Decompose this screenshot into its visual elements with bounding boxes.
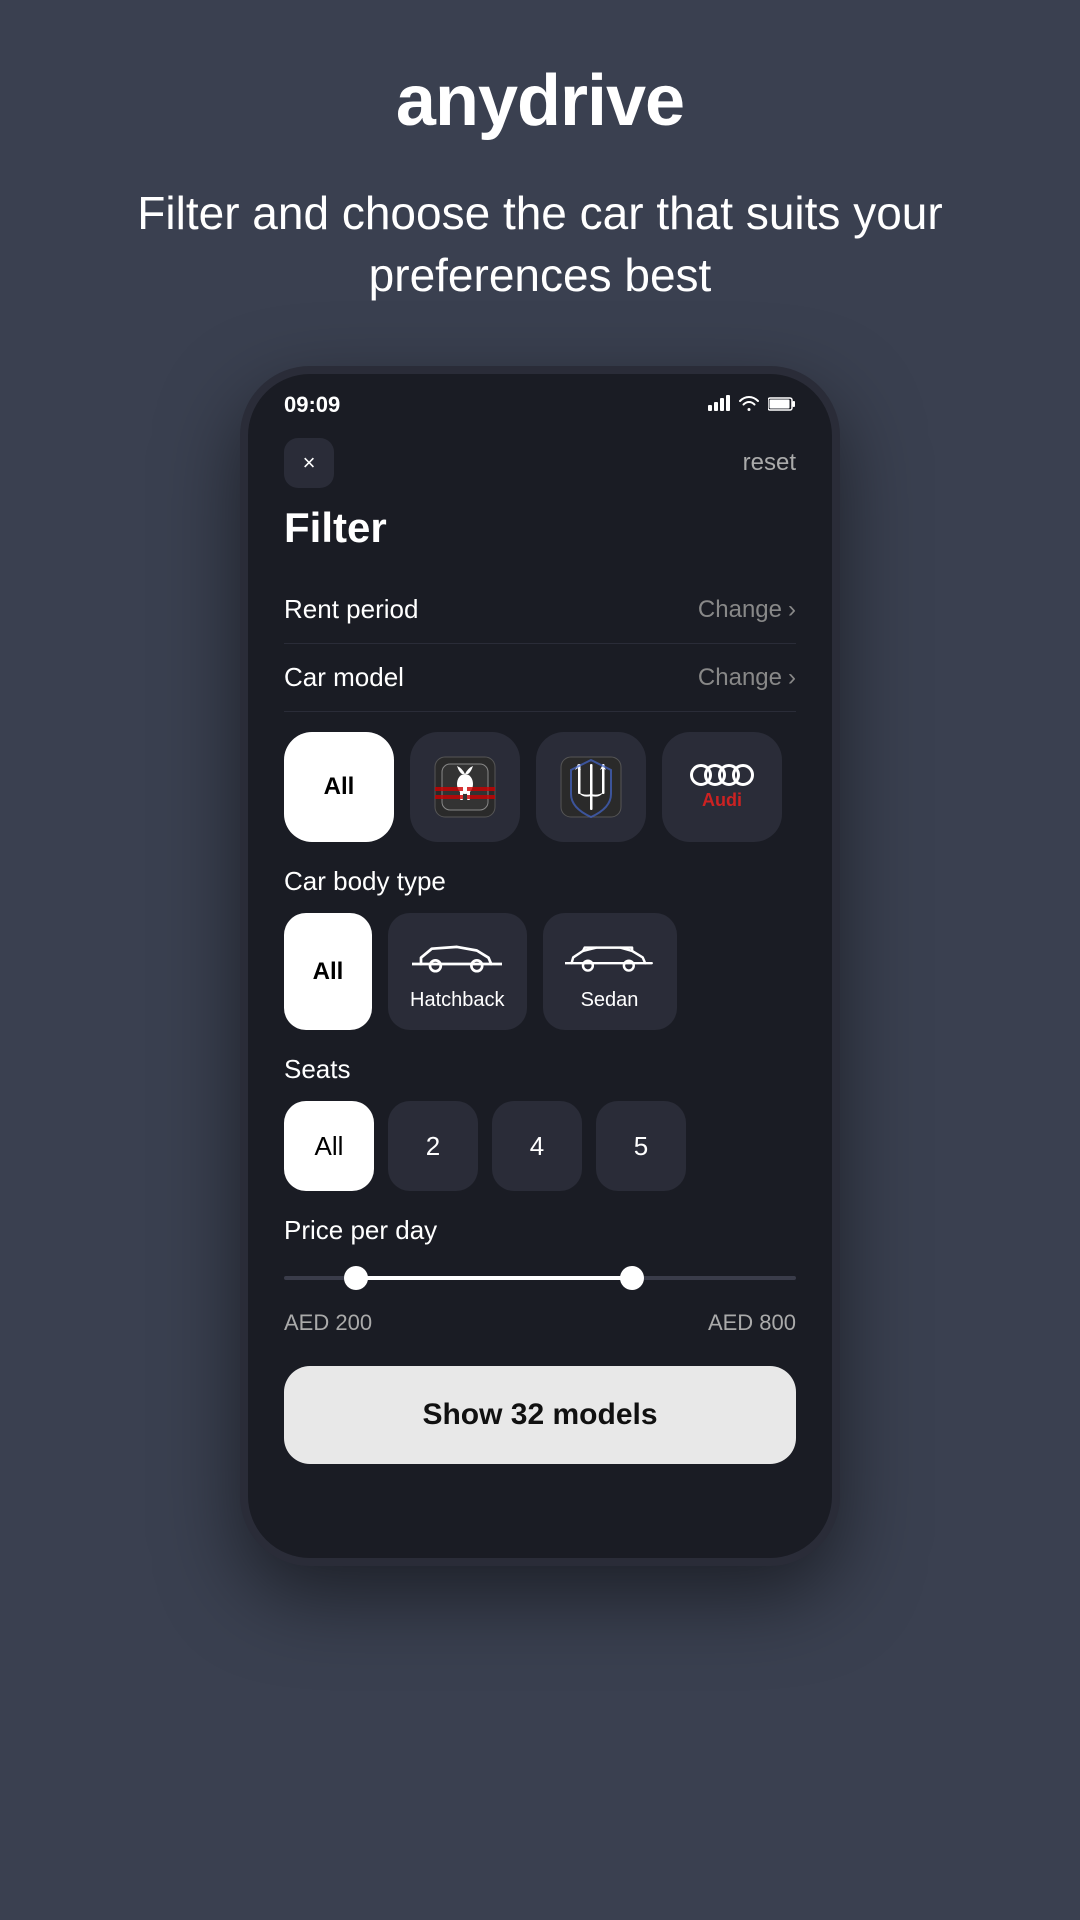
price-thumb-max[interactable] xyxy=(620,1266,644,1290)
reset-button[interactable]: reset xyxy=(743,449,796,477)
rent-period-label: Rent period xyxy=(284,594,418,625)
audi-text: Audi xyxy=(702,790,742,811)
price-min-label: AED 200 xyxy=(284,1310,372,1336)
body-chip-sedan[interactable]: Sedan xyxy=(543,913,677,1030)
car-model-chevron: › xyxy=(788,664,796,692)
seat-chip-5[interactable]: 5 xyxy=(596,1101,686,1191)
brand-chip-porsche[interactable] xyxy=(410,732,520,842)
car-body-type-title: Car body type xyxy=(284,866,796,897)
maserati-logo-icon xyxy=(556,752,626,822)
body-all-label: All xyxy=(313,958,344,986)
seats-title: Seats xyxy=(284,1054,796,1085)
status-time: 09:09 xyxy=(284,392,340,418)
audi-logo: Audi xyxy=(690,764,754,811)
show-models-button[interactable]: Show 32 models xyxy=(284,1366,796,1464)
price-title: Price per day xyxy=(284,1215,796,1246)
sedan-icon xyxy=(565,931,655,979)
car-model-row[interactable]: Car model Change › xyxy=(284,644,796,712)
porsche-logo-icon xyxy=(430,752,500,822)
price-slider[interactable] xyxy=(284,1266,796,1290)
seat-all-label: All xyxy=(315,1131,344,1162)
rent-period-change: Change xyxy=(698,596,782,624)
filter-header: × reset xyxy=(284,438,796,488)
body-hatchback-label: Hatchback xyxy=(410,989,505,1012)
seat-4-label: 4 xyxy=(530,1131,544,1162)
app-subtitle: Filter and choose the car that suits you… xyxy=(80,182,1000,306)
filter-title: Filter xyxy=(284,504,796,552)
seat-5-label: 5 xyxy=(634,1131,648,1162)
wifi-icon xyxy=(738,395,760,416)
brand-all-label: All xyxy=(324,773,355,801)
battery-icon xyxy=(768,395,796,416)
seat-chip-4[interactable]: 4 xyxy=(492,1101,582,1191)
status-bar: 09:09 xyxy=(248,374,832,428)
price-fill xyxy=(356,1276,633,1280)
signal-icon xyxy=(708,395,730,416)
body-chip-hatchback[interactable]: Hatchback xyxy=(388,913,527,1030)
price-thumb-min[interactable] xyxy=(344,1266,368,1290)
brand-chips-row: All xyxy=(284,732,796,842)
seat-chip-all[interactable]: All xyxy=(284,1101,374,1191)
brand-chip-maserati[interactable] xyxy=(536,732,646,842)
car-model-action[interactable]: Change › xyxy=(698,664,796,692)
close-button[interactable]: × xyxy=(284,438,334,488)
seat-chip-2[interactable]: 2 xyxy=(388,1101,478,1191)
brand-chip-all[interactable]: All xyxy=(284,732,394,842)
price-labels: AED 200 AED 800 xyxy=(284,1310,796,1336)
rent-period-action[interactable]: Change › xyxy=(698,596,796,624)
price-section: Price per day AED 200 AED 800 xyxy=(284,1215,796,1336)
rent-period-chevron: › xyxy=(788,596,796,624)
car-model-label: Car model xyxy=(284,662,404,693)
body-sedan-label: Sedan xyxy=(581,989,639,1012)
rent-period-row[interactable]: Rent period Change › xyxy=(284,576,796,644)
phone-mockup: 09:09 xyxy=(240,366,840,1566)
car-model-change: Change xyxy=(698,664,782,692)
price-max-label: AED 800 xyxy=(708,1310,796,1336)
status-icons xyxy=(708,395,796,416)
seat-2-label: 2 xyxy=(426,1131,440,1162)
app-title: anydrive xyxy=(396,60,684,142)
phone-content: × reset Filter Rent period Change › Car … xyxy=(248,428,832,1500)
brand-chip-audi[interactable]: Audi xyxy=(662,732,782,842)
body-chip-all[interactable]: All xyxy=(284,913,372,1030)
seats-chips-row: All 2 4 5 xyxy=(284,1101,796,1191)
close-icon: × xyxy=(303,450,316,476)
hatchback-icon xyxy=(412,931,502,979)
body-type-chips-row: All Hatchback xyxy=(284,913,796,1030)
